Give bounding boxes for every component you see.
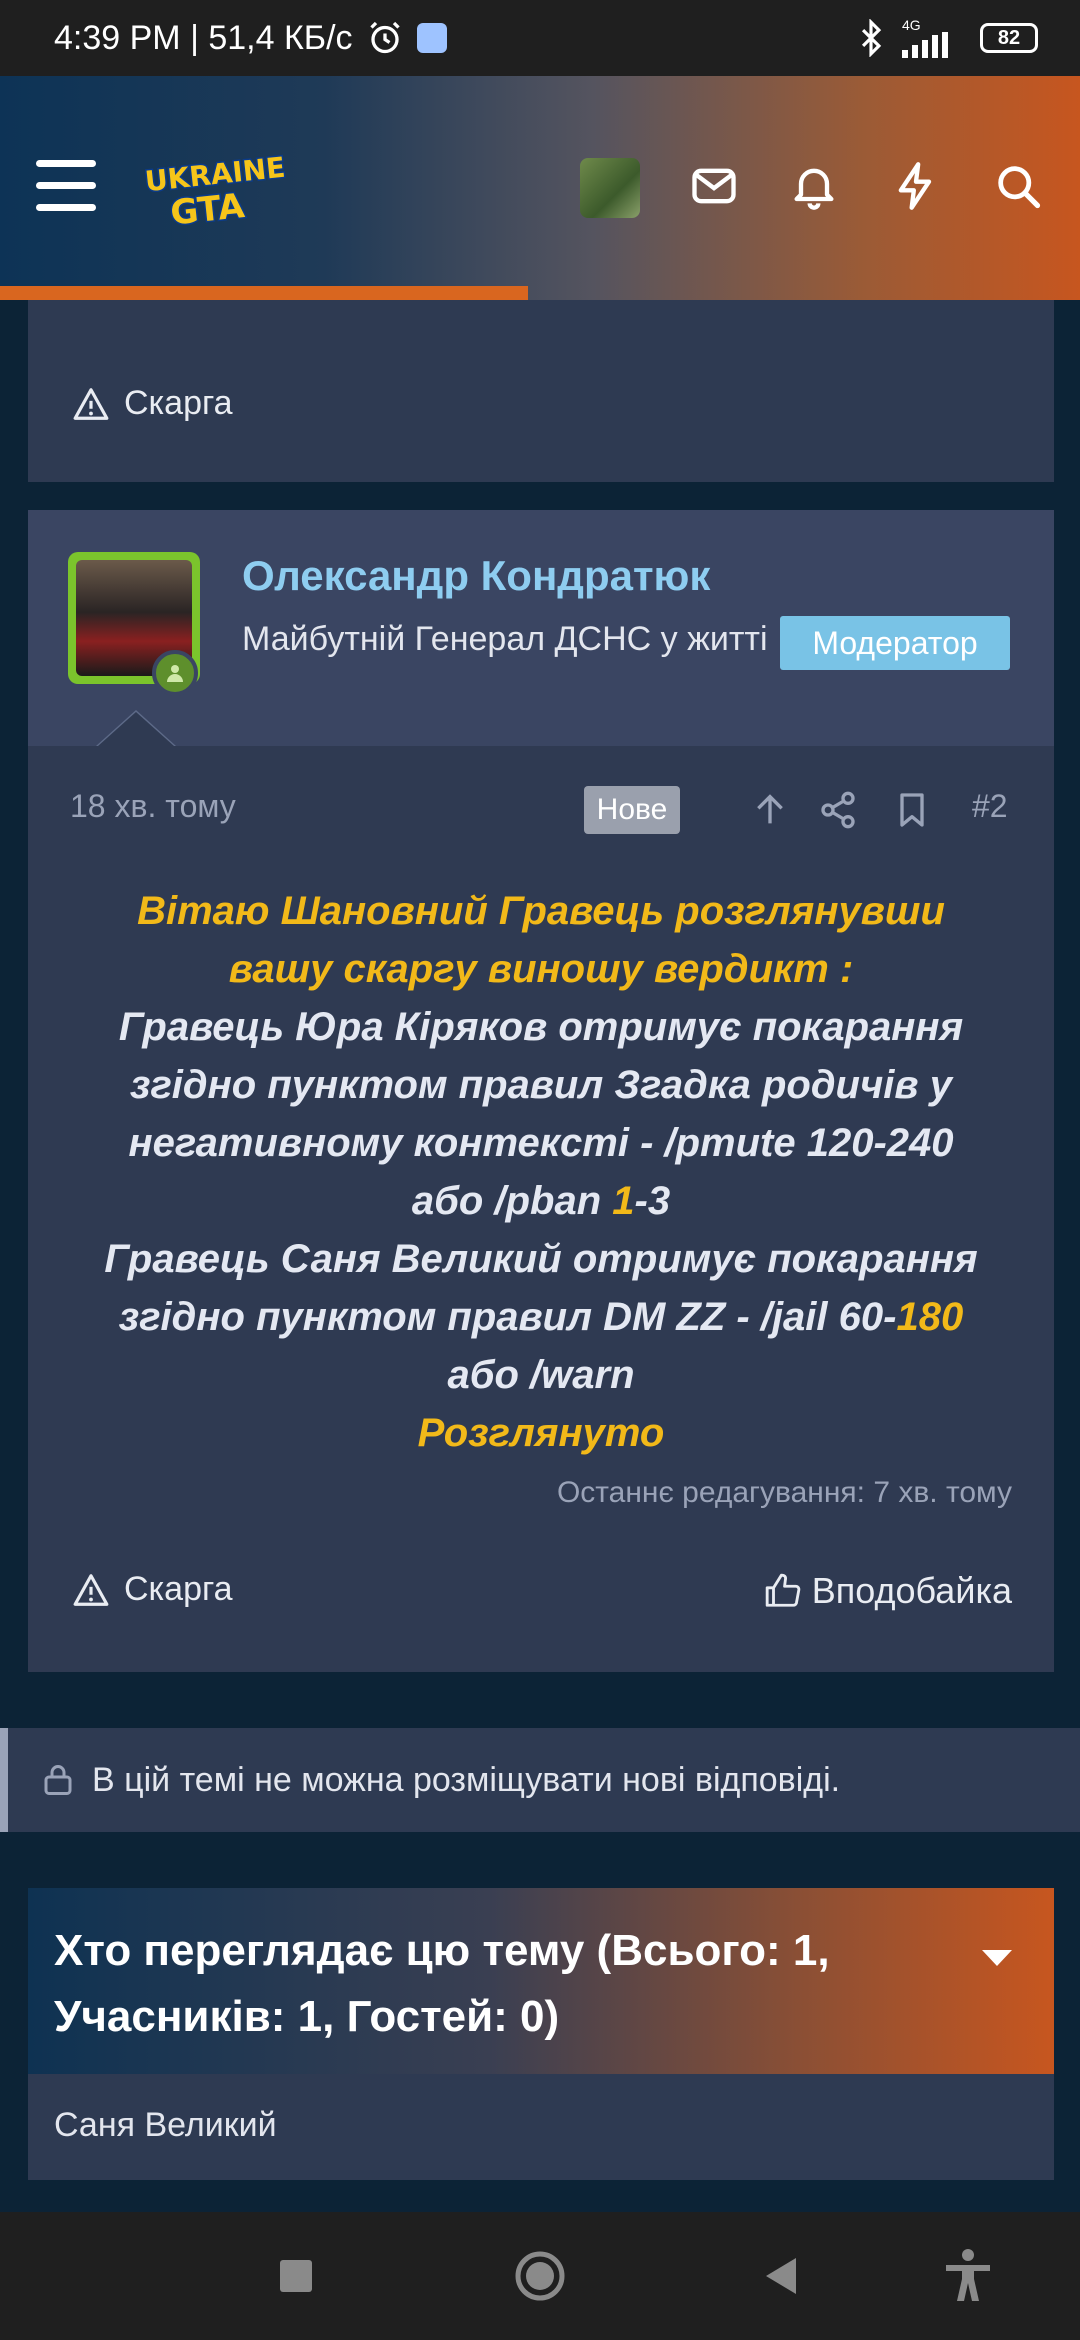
report-button[interactable]: Скарга	[72, 384, 233, 423]
warning-icon	[73, 1573, 109, 1606]
battery-indicator: 82	[980, 23, 1038, 53]
who-viewing-title: Хто переглядає цю тему (Всього: 1, Учасн…	[54, 1926, 830, 2041]
thumbs-up-icon	[765, 1573, 801, 1607]
site-header: UKRAINE GTA	[0, 76, 1080, 300]
post-status-line: Розглянуто	[417, 1411, 665, 1455]
inbox-icon[interactable]	[688, 160, 740, 212]
post-line: вашу скаргу виношу вердикт :	[228, 947, 854, 991]
thread-locked-notice: В цій темі не можна розміщувати нові від…	[0, 1728, 1080, 1832]
share-icon[interactable]	[818, 790, 858, 830]
like-label: Вподобайка	[811, 1570, 1012, 1611]
back-icon[interactable]	[752, 2246, 812, 2306]
menu-icon[interactable]	[36, 160, 96, 212]
home-icon[interactable]	[510, 2246, 570, 2306]
header-pointer	[96, 710, 176, 746]
post-line: Гравець Юра Кіряков отримує покарання	[118, 1005, 964, 1049]
new-badge: Нове	[584, 786, 680, 834]
warning-icon	[73, 387, 109, 420]
site-logo[interactable]: UKRAINE GTA	[140, 146, 290, 230]
like-button[interactable]: Вподобайка	[764, 1570, 1012, 1612]
post-line: згідно пунктом правил Згадка родичів у	[130, 1063, 952, 1107]
online-status-icon	[152, 650, 198, 696]
svg-text:GTA: GTA	[168, 186, 247, 230]
post-content: Вітаю Шановний Гравець розглянувши вашу …	[58, 882, 1024, 1462]
author-name[interactable]: Олександр Кондратюк	[242, 552, 710, 600]
accessibility-icon[interactable]	[938, 2246, 998, 2306]
role-badge: Модератор	[780, 616, 1010, 670]
arrow-up-icon[interactable]	[750, 790, 790, 830]
author-title: Майбутній Генерал ДСНС у житті	[242, 620, 768, 658]
bluetooth-icon	[861, 19, 882, 57]
report-button[interactable]: Скарга	[72, 1570, 233, 1609]
post-time[interactable]: 18 хв. тому	[70, 788, 236, 825]
previous-post-footer: Скарга	[28, 300, 1054, 482]
search-icon[interactable]	[992, 160, 1044, 212]
post-line: або /pban 1-3	[411, 1179, 671, 1223]
post-number[interactable]: #2	[972, 788, 1008, 825]
edited-note[interactable]: Останнє редагування: 7 хв. тому	[557, 1476, 1012, 1510]
post-line: негативному контексті - /pmute 120-240	[128, 1121, 954, 1165]
reading-progress-bar	[0, 286, 528, 300]
post-line: згідно пунктом правил DM ZZ - /jail 60-1…	[118, 1295, 964, 1339]
collapse-caret-icon[interactable]	[982, 1950, 1012, 1966]
status-time: 4:39 PM | 51,4 КБ/с	[54, 18, 353, 57]
post-line: або /warn	[447, 1353, 635, 1397]
recents-icon[interactable]	[266, 2246, 326, 2306]
viewer-name[interactable]: Саня Великий	[54, 2106, 277, 2145]
who-viewing-list: Саня Великий	[28, 2074, 1054, 2180]
post-line: Вітаю Шановний Гравець розглянувши	[137, 889, 945, 933]
system-nav-bar	[0, 2212, 1080, 2340]
lightning-icon[interactable]	[890, 160, 942, 212]
bookmark-icon[interactable]	[892, 790, 932, 830]
post-header: Олександр Кондратюк Майбутній Генерал ДС…	[28, 510, 1054, 746]
lock-icon	[44, 1765, 72, 1795]
post: Олександр Кондратюк Майбутній Генерал ДС…	[28, 510, 1054, 1672]
user-avatar[interactable]	[580, 158, 640, 218]
network-type: 4G	[902, 17, 921, 33]
report-label: Скарга	[124, 1570, 233, 1608]
post-line: Гравець Саня Великий отримує покарання	[104, 1237, 978, 1281]
alarm-icon	[369, 21, 400, 54]
report-label: Скарга	[124, 384, 233, 422]
signal-icon	[902, 32, 948, 58]
who-viewing-header[interactable]: Хто переглядає цю тему (Всього: 1, Учасн…	[28, 1888, 1054, 2074]
locked-text: В цій темі не можна розміщувати нові від…	[92, 1760, 841, 1799]
vpn-shield-icon	[416, 23, 447, 53]
status-bar: 4:39 PM | 51,4 КБ/с 4G 82	[0, 0, 1080, 76]
bell-icon[interactable]	[788, 160, 840, 212]
